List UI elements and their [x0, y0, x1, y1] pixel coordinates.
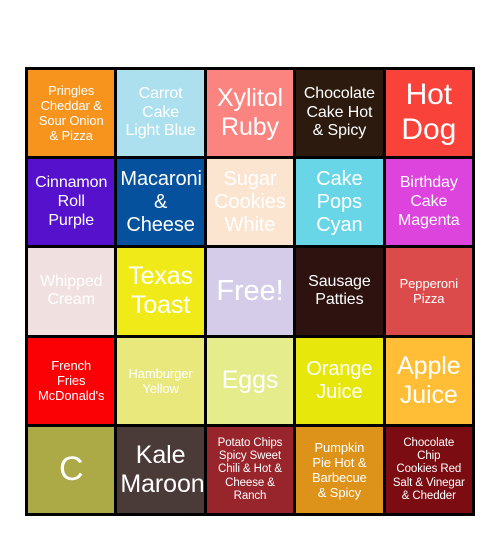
bingo-cell-label: Pumpkin Pie Hot & Barbecue & Spicy: [311, 439, 367, 500]
bingo-cell-r4c4[interactable]: Orange Juice: [296, 337, 383, 424]
bingo-cell-label: Hamburger Yellow: [128, 365, 193, 396]
bingo-cell-label: Orange Juice: [306, 357, 373, 403]
bingo-cell-label: Sausage Patties: [308, 272, 371, 309]
bingo-cell-label: Chocolate Cake Hot & Spicy: [303, 85, 375, 140]
bingo-cell-label: Kale Maroon: [120, 440, 204, 498]
bingo-cell-r3c4[interactable]: Sausage Patties: [296, 248, 383, 335]
bingo-cell-r5c5[interactable]: Chocolate Chip Cookies Red Salt & Vinega…: [385, 426, 472, 513]
bingo-cell-r4c2[interactable]: Hamburger Yellow: [117, 337, 204, 424]
bingo-cell-label: Pringles Cheddar & Sour Onion & Pizza: [38, 82, 104, 144]
bingo-cell-label: Cake Pops Cyan: [316, 167, 363, 236]
bingo-card: Pringles Cheddar & Sour Onion & Pizza Car…: [0, 0, 501, 544]
bingo-cell-label: C: [58, 450, 84, 489]
bingo-cell-r5c2[interactable]: Kale Maroon: [117, 426, 204, 513]
bingo-cell-r5c3[interactable]: Potato Chips Spicy Sweet Chili & Hot & C…: [206, 426, 294, 513]
bingo-cell-r1c2[interactable]: Carrot Cake Light Blue: [117, 70, 204, 157]
bingo-cell-label: Birthday Cake Magenta: [398, 174, 460, 229]
bingo-cell-r3c2[interactable]: Texas Toast: [117, 248, 204, 335]
bingo-cell-label: Apple Juice: [397, 351, 461, 409]
bingo-cell-label: Macaroni & Cheese: [120, 167, 202, 236]
bingo-cell-r3c3[interactable]: Free!: [206, 248, 294, 335]
bingo-cell-label: Pepperoni Pizza: [399, 276, 458, 307]
bingo-cell-r5c1[interactable]: C: [28, 426, 115, 513]
bingo-cell-r1c4[interactable]: Chocolate Cake Hot & Spicy: [296, 70, 383, 157]
bingo-grid: Pringles Cheddar & Sour Onion & Pizza Car…: [25, 67, 475, 516]
bingo-cell-label: Chocolate Chip Cookies Red Salt & Vinega…: [392, 436, 465, 502]
bingo-cell-r2c4[interactable]: Cake Pops Cyan: [296, 159, 383, 246]
bingo-cell-label: Eggs: [221, 366, 279, 395]
bingo-cell-label: Texas Toast: [128, 262, 193, 320]
bingo-cell-r5c4[interactable]: Pumpkin Pie Hot & Barbecue & Spicy: [296, 426, 383, 513]
bingo-cell-r4c1[interactable]: French Fries McDonald's: [28, 337, 115, 424]
bingo-cell-r2c3[interactable]: Sugar Cookies White: [206, 159, 294, 246]
bingo-cell-r4c3[interactable]: Eggs: [206, 337, 294, 424]
bingo-cell-r3c1[interactable]: Whipped Cream: [28, 248, 115, 335]
bingo-cell-label: Hot Dog: [401, 78, 457, 147]
bingo-cell-label: Carrot Cake Light Blue: [125, 85, 196, 140]
bingo-cell-r2c2[interactable]: Macaroni & Cheese: [117, 159, 204, 246]
bingo-cell-r2c5[interactable]: Birthday Cake Magenta: [385, 159, 472, 246]
bingo-cell-label: Xylitol Ruby: [216, 84, 283, 142]
bingo-cell-label: Whipped Cream: [39, 272, 103, 309]
bingo-cell-label: Sugar Cookies White: [214, 167, 286, 236]
bingo-cell-label: French Fries McDonald's: [37, 358, 105, 404]
bingo-cell-label: Cinnamon Roll Purple: [35, 174, 108, 229]
bingo-cell-r1c1[interactable]: Pringles Cheddar & Sour Onion & Pizza: [28, 70, 115, 157]
bingo-cell-r2c1[interactable]: Cinnamon Roll Purple: [28, 159, 115, 246]
bingo-cell-label: Free!: [216, 274, 284, 307]
bingo-cell-r4c5[interactable]: Apple Juice: [385, 337, 472, 424]
bingo-cell-r1c5[interactable]: Hot Dog: [385, 70, 472, 157]
bingo-cell-r3c5[interactable]: Pepperoni Pizza: [385, 248, 472, 335]
bingo-cell-label: Potato Chips Spicy Sweet Chili & Hot & C…: [217, 436, 283, 502]
bingo-cell-r1c3[interactable]: Xylitol Ruby: [206, 70, 294, 157]
